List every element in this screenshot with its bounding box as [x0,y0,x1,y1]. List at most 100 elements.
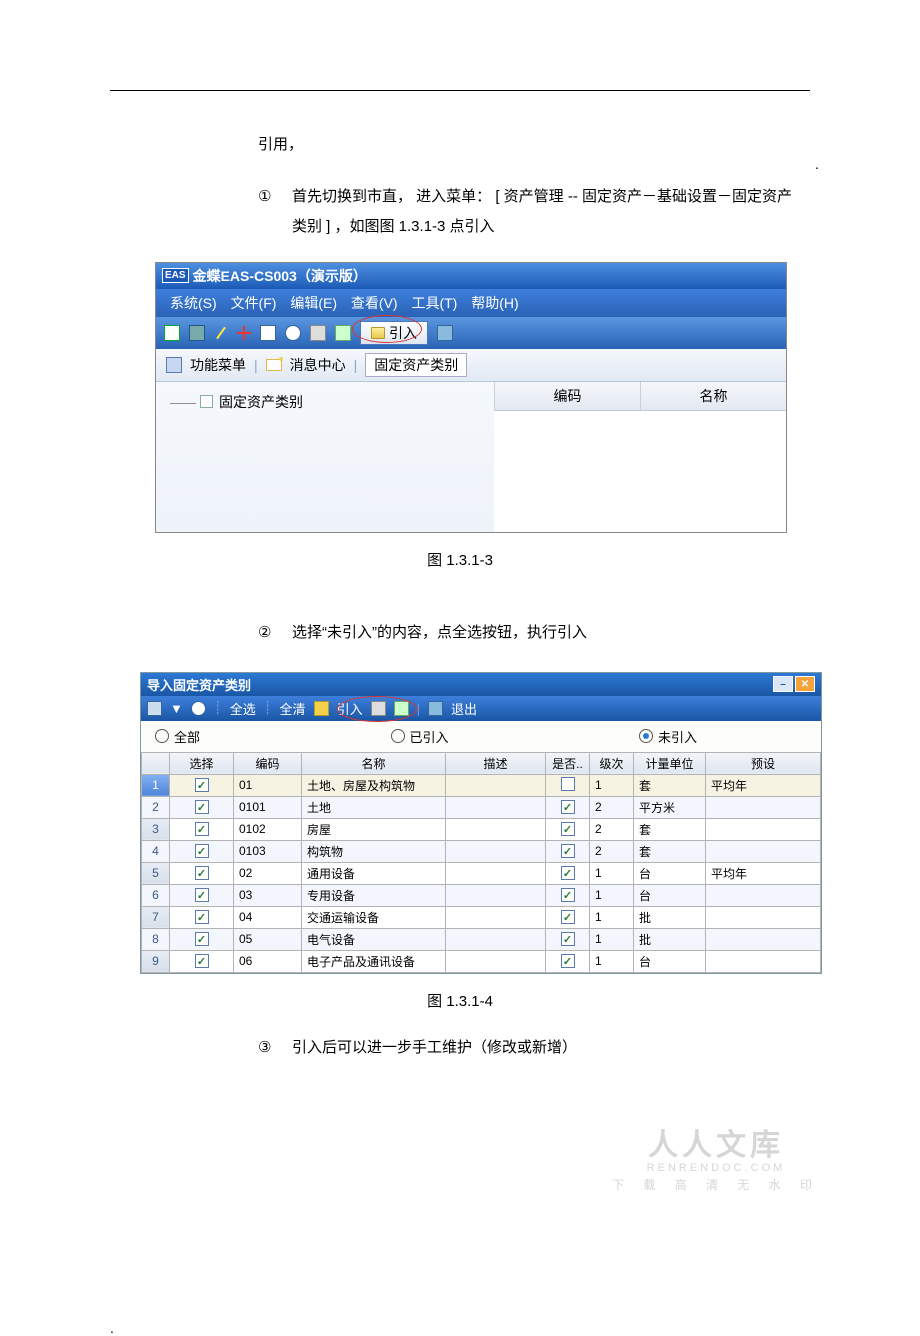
table-row[interactable]: 603专用设备1台 [142,884,821,906]
menu-file[interactable]: 文件(F) [231,295,277,311]
print-icon[interactable] [371,701,386,716]
checkbox-icon[interactable] [561,822,575,836]
refresh-icon[interactable] [285,325,301,341]
menu-panel-label[interactable]: 功能菜单 [190,355,246,375]
cell-select[interactable] [170,884,234,906]
checkbox-icon[interactable] [195,954,209,968]
table-row[interactable]: 502通用设备1台平均年 [142,862,821,884]
cell-flag[interactable] [546,840,590,862]
cell-level: 1 [590,928,634,950]
radio-all[interactable] [155,729,169,743]
cell-level: 1 [590,884,634,906]
table-row[interactable]: 704交通运输设备1批 [142,906,821,928]
config-icon[interactable] [335,325,351,341]
cell-select[interactable] [170,818,234,840]
checkbox-icon[interactable] [561,888,575,902]
save-icon[interactable] [189,325,205,341]
menu-tool[interactable]: 工具(T) [411,295,457,311]
checkbox-icon[interactable] [195,932,209,946]
figure-caption-2: 图 1.3.1-4 [0,990,920,1011]
cell-flag[interactable] [546,906,590,928]
checkbox-icon[interactable] [195,866,209,880]
menu-view[interactable]: 查看(V) [351,295,398,311]
checkbox-icon[interactable] [195,910,209,924]
select-all-button[interactable]: 全选 [230,699,256,718]
col-code: 编码 [494,382,640,410]
active-tab[interactable]: 固定资产类别 [365,353,467,377]
cell-level: 1 [590,774,634,796]
menu-help[interactable]: 帮助(H) [471,295,518,311]
import-button[interactable]: 引入 [337,699,363,718]
radio-not-imported[interactable] [639,729,653,743]
checkbox-icon[interactable] [561,932,575,946]
cell-flag[interactable] [546,950,590,972]
checkbox-icon[interactable] [561,800,575,814]
edit-icon[interactable] [214,326,228,340]
import-button[interactable]: 引入 [360,321,428,345]
menu-system[interactable]: 系统(S) [170,295,217,311]
cell-rownum: 5 [142,862,170,884]
config-icon[interactable] [394,701,409,716]
cell-select[interactable] [170,950,234,972]
checkbox-icon[interactable] [561,910,575,924]
cell-select[interactable] [170,906,234,928]
import-table: 选择 编码 名称 描述 是否.. 级次 计量单位 预设 101土地、房屋及构筑物… [141,752,821,973]
checkbox-icon[interactable] [561,844,575,858]
search-icon[interactable] [191,701,206,716]
cell-flag[interactable] [546,796,590,818]
delete-icon[interactable] [237,326,251,340]
cell-select[interactable] [170,796,234,818]
menu-edit[interactable]: 编辑(E) [290,295,337,311]
table-row[interactable]: 906电子产品及通讯设备1台 [142,950,821,972]
radio-imported[interactable] [391,729,405,743]
tree-checkbox-icon[interactable] [200,395,213,408]
cell-rownum: 8 [142,928,170,950]
cell-flag[interactable] [546,862,590,884]
checkbox-icon[interactable] [195,844,209,858]
exit-icon[interactable] [437,325,453,341]
new-icon[interactable] [164,325,180,341]
dropdown-icon[interactable]: ▼ [170,701,183,716]
checkbox-icon[interactable] [561,954,575,968]
content-split: —— 固定资产类别 编码 名称 [156,381,786,532]
cell-select[interactable] [170,840,234,862]
col-name: 名称 [640,382,786,410]
print-icon[interactable] [310,325,326,341]
cell-unit: 套 [634,840,706,862]
cell-select[interactable] [170,928,234,950]
cell-preset [706,950,821,972]
minimize-icon[interactable]: – [773,676,793,692]
table-row[interactable]: 30102房屋2套 [142,818,821,840]
doc-icon[interactable] [260,325,276,341]
tree-node[interactable]: —— 固定资产类别 [170,392,480,412]
divider: | [254,357,258,373]
clear-all-button[interactable]: 全清 [280,699,306,718]
cell-flag[interactable] [546,774,590,796]
checkbox-icon[interactable] [195,888,209,902]
table-row[interactable]: 20101土地2平方米 [142,796,821,818]
table-row[interactable]: 805电气设备1批 [142,928,821,950]
cell-preset [706,928,821,950]
cell-select[interactable] [170,774,234,796]
cell-flag[interactable] [546,884,590,906]
checkbox-icon[interactable] [561,777,575,791]
close-icon[interactable]: ✕ [795,676,815,692]
step3-text: 引入后可以进一步手工维护（修改或新增） [292,1033,577,1063]
cell-flag[interactable] [546,818,590,840]
cell-unit: 台 [634,950,706,972]
message-center-label[interactable]: 消息中心 [290,355,346,375]
cell-flag[interactable] [546,928,590,950]
menubar: 系统(S) 文件(F) 编辑(E) 查看(V) 工具(T) 帮助(H) [156,289,786,317]
filter-row: 全部 已引入 未引入 [141,721,821,752]
checkbox-icon[interactable] [195,778,209,792]
table-row[interactable]: 40103构筑物2套 [142,840,821,862]
exit-button[interactable]: 退出 [451,699,477,718]
table-row[interactable]: 101土地、房屋及构筑物1套平均年 [142,774,821,796]
checkbox-icon[interactable] [561,866,575,880]
checkbox-icon[interactable] [195,800,209,814]
cell-select[interactable] [170,862,234,884]
new-icon[interactable] [147,701,162,716]
checkbox-icon[interactable] [195,822,209,836]
cell-rownum: 1 [142,774,170,796]
col-desc: 描述 [446,752,546,774]
